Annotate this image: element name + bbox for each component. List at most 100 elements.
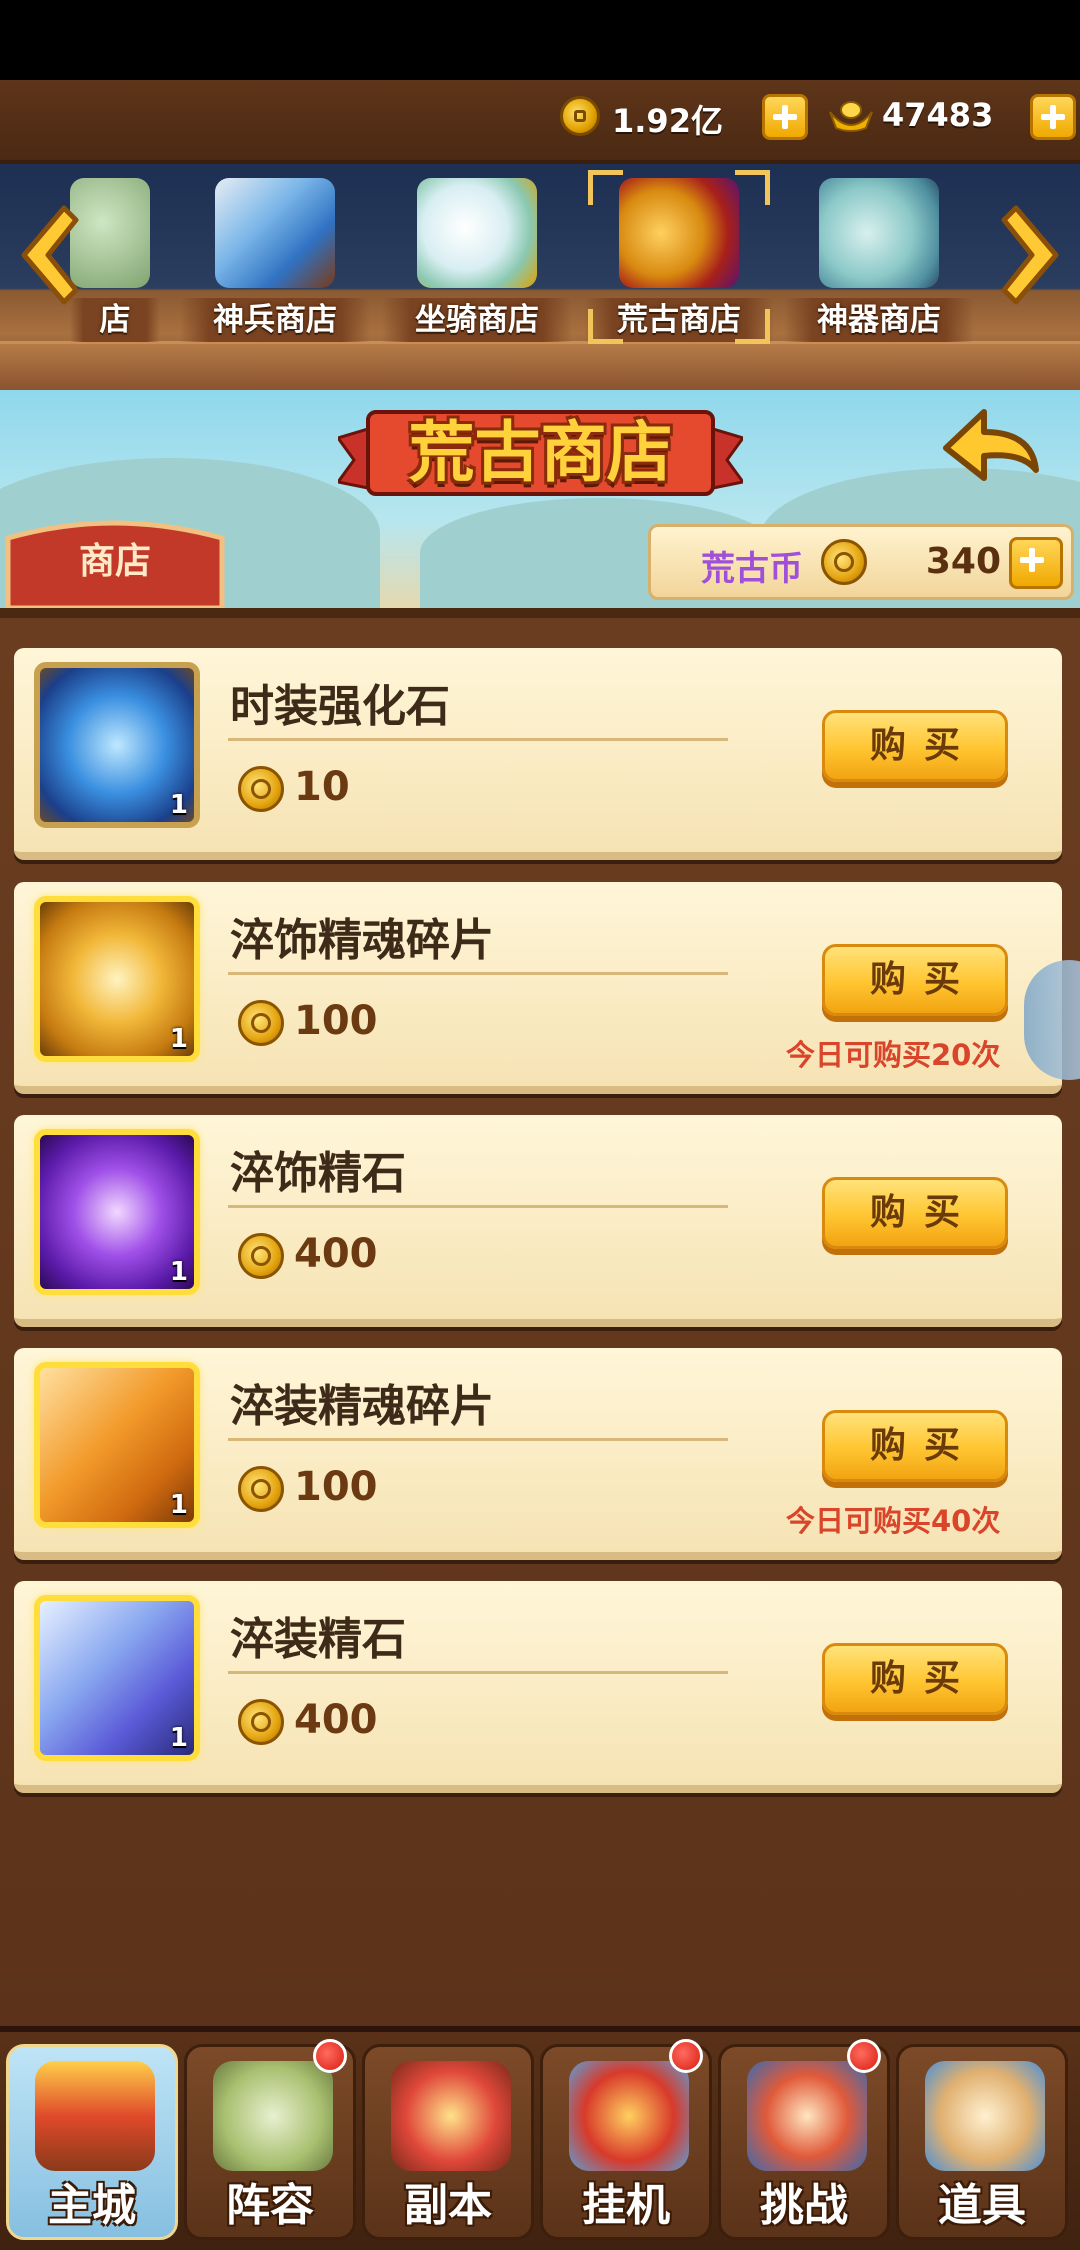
selection-bracket xyxy=(735,170,770,205)
item-name: 淬饰精石 xyxy=(230,1148,406,1199)
shop-item-card: 1 淬装精魂碎片 100 购买 今日可购买40次 xyxy=(14,1348,1062,1560)
coin-icon xyxy=(560,96,600,136)
item-name: 淬装精魂碎片 xyxy=(230,1381,494,1432)
item-price: 400 xyxy=(294,1231,378,1277)
item-price: 100 xyxy=(294,998,378,1044)
ancient-coin-label: 荒古币 xyxy=(701,549,803,589)
artifact-token-icon xyxy=(819,178,939,288)
selection-bracket xyxy=(588,170,623,205)
buy-button[interactable]: 购买 xyxy=(822,944,1008,1016)
sword-shield-icon xyxy=(215,178,335,288)
blue-crystal-icon: 1 xyxy=(34,662,200,828)
blue-sword-stone-icon: 1 xyxy=(34,1595,200,1761)
deer-mount-icon xyxy=(417,178,537,288)
ancient-gem-icon xyxy=(619,178,739,288)
back-arrow-icon[interactable] xyxy=(936,400,1046,500)
purchase-limit-text: 今日可购买40次 xyxy=(786,1504,1001,1538)
status-bar xyxy=(0,0,1080,80)
nav-dungeon[interactable]: 副本 xyxy=(362,2044,534,2240)
challenge-icon xyxy=(747,2061,867,2171)
nav-label: 阵容 xyxy=(226,2180,314,2231)
gold-ingot-icon xyxy=(829,101,873,132)
shop-item-card: 1 淬装精石 400 购买 xyxy=(14,1581,1062,1793)
nav-label: 主城 xyxy=(48,2180,136,2231)
shop-title-ribbon: 荒古商店 xyxy=(338,398,743,508)
item-price: 100 xyxy=(294,1464,378,1510)
nav-challenge[interactable]: 挑战 xyxy=(718,2039,890,2240)
item-quantity: 1 xyxy=(169,1490,188,1520)
item-price: 400 xyxy=(294,1697,378,1743)
price-coin-icon xyxy=(238,1466,284,1512)
purchase-limit-text: 今日可购买20次 xyxy=(786,1038,1001,1072)
ancient-coin-value: 340 xyxy=(925,541,1001,582)
scroll-right-arrow-icon[interactable] xyxy=(998,200,1068,310)
item-divider xyxy=(228,738,728,741)
dungeon-icon xyxy=(391,2061,511,2171)
shop-title: 荒古商店 xyxy=(408,414,673,491)
item-price: 10 xyxy=(294,764,350,810)
item-quantity: 1 xyxy=(169,1723,188,1753)
nav-items[interactable]: 道具 xyxy=(896,2044,1068,2240)
partial-shop-icon xyxy=(70,178,150,288)
price-coin-icon xyxy=(238,1699,284,1745)
tab-label: 神兵商店 xyxy=(180,298,370,342)
tab-label: 神器商店 xyxy=(784,298,974,342)
nav-label: 挑战 xyxy=(760,2180,848,2231)
selection-bracket xyxy=(588,309,623,344)
tab-mount-shop[interactable]: 坐骑商店 xyxy=(382,170,572,342)
scroll-left-arrow-icon[interactable] xyxy=(12,200,82,310)
add-ancient-coin-button[interactable] xyxy=(1009,537,1063,589)
item-divider xyxy=(228,972,728,975)
side-tab-label: 商店 xyxy=(78,541,151,582)
tab-artifact-shop[interactable]: 神器商店 xyxy=(784,170,974,342)
nav-label: 副本 xyxy=(404,2180,492,2231)
lineup-icon xyxy=(213,2061,333,2171)
buy-button[interactable]: 购买 xyxy=(822,1643,1008,1715)
tab-ancient-shop[interactable]: 荒古商店 xyxy=(584,170,774,344)
buy-button[interactable]: 购买 xyxy=(822,1177,1008,1249)
ancient-coin-icon xyxy=(821,539,867,585)
tab-divine-weapon-shop[interactable]: 神兵商店 xyxy=(180,170,370,342)
tab-shop[interactable]: 商店 xyxy=(4,508,226,608)
ingot-amount: 47483 xyxy=(882,96,994,134)
shop-item-card: 1 淬饰精石 400 购买 xyxy=(14,1115,1062,1327)
nav-main-city[interactable]: 主城 xyxy=(6,2044,178,2240)
nav-lineup[interactable]: 阵容 xyxy=(184,2039,356,2240)
selection-bracket xyxy=(735,309,770,344)
nav-label: 挂机 xyxy=(582,2180,670,2231)
item-quantity: 1 xyxy=(169,790,188,820)
floating-side-button[interactable] xyxy=(1024,960,1080,1080)
coin-amount: 1.92亿 xyxy=(612,102,723,140)
tab-partial-shop[interactable]: 店 xyxy=(70,170,160,342)
item-quantity: 1 xyxy=(169,1257,188,1287)
shop-item-card: 1 淬饰精魂碎片 100 购买 今日可购买20次 xyxy=(14,882,1062,1094)
tab-label: 店 xyxy=(70,298,160,342)
shop-item-card: 1 时装强化石 10 购买 xyxy=(14,648,1062,860)
items-bag-icon xyxy=(925,2061,1045,2171)
tab-label: 坐骑商店 xyxy=(382,298,572,342)
item-divider xyxy=(228,1205,728,1208)
add-coins-button[interactable] xyxy=(762,94,808,140)
notification-badge xyxy=(669,2039,703,2073)
price-coin-icon xyxy=(238,1000,284,1046)
item-divider xyxy=(228,1438,728,1441)
ancient-coin-balance: 荒古币 340 xyxy=(648,524,1074,600)
buy-button[interactable]: 购买 xyxy=(822,1410,1008,1482)
golden-orb-icon: 1 xyxy=(34,896,200,1062)
notification-badge xyxy=(313,2039,347,2073)
item-name: 淬装精石 xyxy=(230,1614,406,1665)
palace-icon xyxy=(35,2061,155,2171)
item-name: 淬饰精魂碎片 xyxy=(230,915,494,966)
item-quantity: 1 xyxy=(169,1024,188,1054)
nav-idle[interactable]: 挂机 xyxy=(540,2039,712,2240)
price-coin-icon xyxy=(238,766,284,812)
item-divider xyxy=(228,1671,728,1674)
add-ingots-button[interactable] xyxy=(1030,94,1076,140)
orange-sword-stone-icon: 1 xyxy=(34,1362,200,1528)
buy-button[interactable]: 购买 xyxy=(822,710,1008,782)
price-coin-icon xyxy=(238,1233,284,1279)
purple-orb-icon: 1 xyxy=(34,1129,200,1295)
nav-label: 道具 xyxy=(938,2180,1026,2231)
item-name: 时装强化石 xyxy=(230,681,450,732)
notification-badge xyxy=(847,2039,881,2073)
